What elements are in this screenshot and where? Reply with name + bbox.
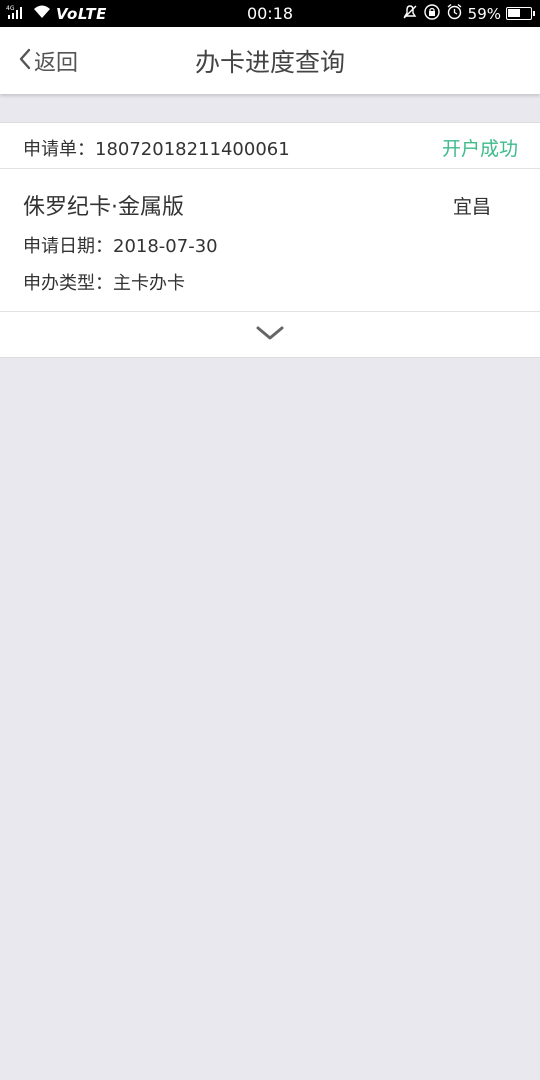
page-title: 办卡进度查询 <box>194 47 345 77</box>
battery-fill <box>508 9 520 17</box>
application-date: 申请日期：2018-07-30 <box>23 236 218 257</box>
status-badge: 开户成功 <box>441 138 518 160</box>
nav-bar: 返回 办卡进度查询 <box>0 27 540 94</box>
application-card: 申请单：18072018211400061 开户成功 侏罗纪卡·金属版 宜昌 申… <box>0 122 540 358</box>
status-bar: 4G VoLTE 00:18 59% <box>0 0 540 27</box>
card-name: 侏罗纪卡·金属版 <box>23 195 184 220</box>
application-header: 申请单：18072018211400061 开户成功 <box>0 123 540 169</box>
alarm-icon <box>446 3 463 24</box>
rotation-lock-icon <box>423 3 441 25</box>
card-city: 宜昌 <box>453 196 492 218</box>
chevron-down-icon <box>256 325 284 345</box>
application-type: 申办类型：主卡办卡 <box>23 273 185 294</box>
back-button[interactable]: 返回 <box>18 27 78 94</box>
status-bar-right: 59% <box>402 0 535 27</box>
application-number: 申请单：18072018211400061 <box>23 139 290 160</box>
chevron-left-icon <box>18 47 34 75</box>
battery-percent: 59% <box>467 4 501 23</box>
mute-bell-icon <box>402 4 418 24</box>
back-label: 返回 <box>34 50 79 76</box>
expand-button[interactable] <box>0 311 540 358</box>
battery-icon <box>506 7 535 20</box>
